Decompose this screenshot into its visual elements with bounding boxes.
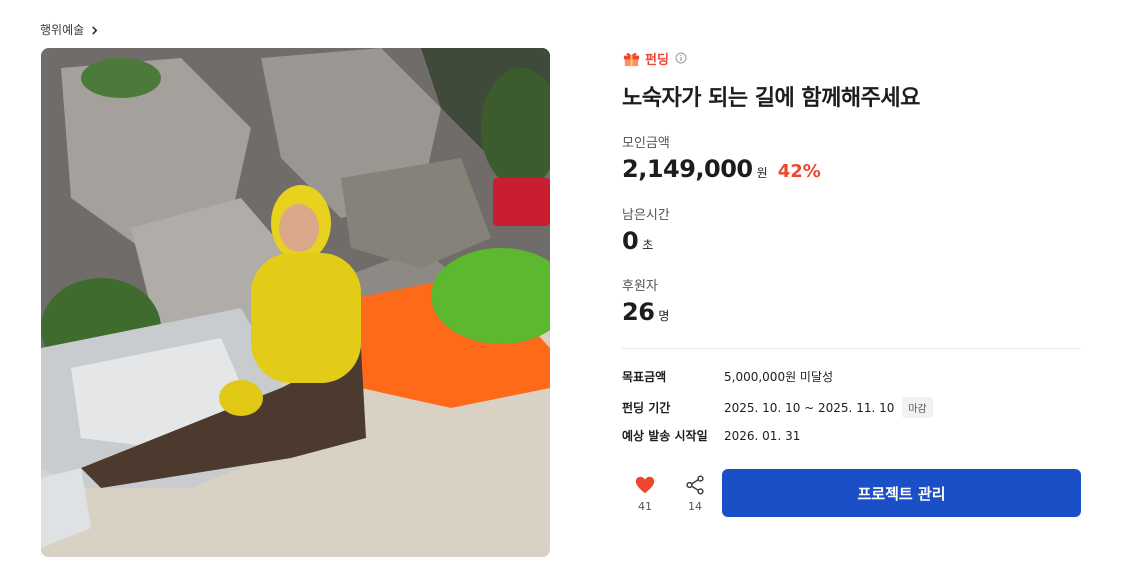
action-bar: 41 14 프로젝트 관리 [622,469,1081,517]
raised-value: 2,149,000 [622,155,753,183]
goal-key: 목표금액 [622,370,667,384]
raised-unit: 원 [756,166,768,180]
project-info: 펀딩 노숙자가 되는 길에 함께해주세요 모인금액 2,149,000 원 42… [622,46,1081,517]
manage-project-button[interactable]: 프로젝트 관리 [722,469,1081,517]
stat-raised: 모인금액 2,149,000 원 42% [622,132,821,183]
gift-icon [622,49,641,68]
ship-value: 2026. 01. 31 [724,428,801,443]
backers-label: 후원자 [622,279,658,294]
time-left-label: 남은시간 [622,208,670,223]
like-button[interactable]: 41 [622,474,668,513]
divider [622,348,1081,349]
chevron-right-icon [90,20,99,39]
breadcrumb[interactable]: 행위예술 [40,19,99,39]
project-photo [41,48,550,557]
status-row: 펀딩 [622,46,1081,70]
stat-time-left: 남은시간 0 초 [622,204,670,255]
detail-ship: 예상 발송 시작일 2026. 01. 31 [622,427,800,444]
share-count: 14 [688,499,702,513]
time-left-value: 0 [622,227,639,255]
period-value: 2025. 10. 10 ~ 2025. 11. 10 [724,400,895,415]
info-icon[interactable] [675,52,687,64]
project-title: 노숙자가 되는 길에 함께해주세요 [622,86,920,111]
backers-unit: 명 [658,309,670,323]
period-key: 펀딩 기간 [622,401,671,415]
like-count: 41 [638,499,652,513]
project-page: 행위예술 펀딩 노숙자가 되는 길에 함께해주세요 모인금액 2,149,000… [0,0,1137,583]
time-left-unit: 초 [642,238,654,252]
detail-goal: 목표금액 5,000,000원 미달성 [622,368,833,385]
status-label: 펀딩 [645,52,669,68]
closed-badge: 마감 [902,397,933,418]
share-button[interactable]: 14 [672,474,718,513]
ship-key: 예상 발송 시작일 [622,429,708,443]
stat-backers: 후원자 26 명 [622,275,669,326]
detail-period: 펀딩 기간 2025. 10. 10 ~ 2025. 11. 10 마감 [622,397,933,418]
heart-icon [634,474,656,496]
backers-value: 26 [622,298,655,326]
raised-label: 모인금액 [622,136,670,151]
breadcrumb-category[interactable]: 행위예술 [40,21,84,38]
goal-value: 5,000,000원 미달성 [724,370,834,384]
raised-percent: 42% [777,161,821,182]
share-icon [684,474,706,496]
